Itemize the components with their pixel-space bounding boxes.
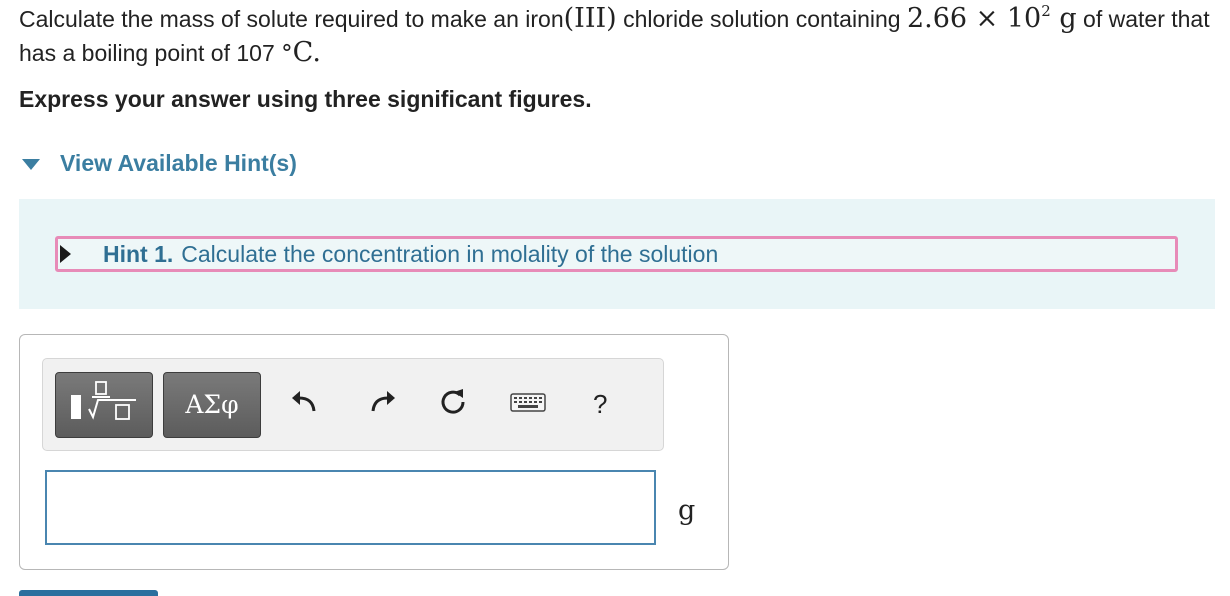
answer-unit: g (678, 495, 696, 526)
greek-symbols-button[interactable]: ΑΣφ (163, 372, 261, 438)
problem-page: Calculate the mass of solute required to… (0, 0, 1230, 596)
math-toolbar: ΑΣφ ? (42, 358, 664, 451)
mass-value: 2.66 (906, 3, 968, 34)
answer-input[interactable] (45, 470, 656, 545)
undo-icon[interactable] (289, 387, 319, 417)
view-hints-toggle[interactable]: View Available Hint(s) (22, 148, 297, 178)
question-text-part: Calculate the mass of solute required to… (19, 6, 564, 32)
help-icon[interactable]: ? (593, 389, 607, 420)
times-symbol: × (967, 3, 1007, 34)
templates-icon (71, 381, 136, 420)
temperature-unit: C (292, 37, 313, 68)
instruction-text: Express your answer using three signific… (19, 86, 592, 112)
reset-icon[interactable] (438, 387, 468, 417)
caret-down-icon (22, 158, 40, 170)
power-exponent: 2 (1041, 2, 1051, 20)
answer-card: ΑΣφ ? g (19, 334, 729, 570)
mass-expression: 2.66 × 102 g (907, 3, 1077, 34)
question-text-part: chloride solution containing (616, 6, 907, 32)
degree-symbol: ° (281, 41, 293, 67)
question-text: Calculate the mass of solute required to… (19, 2, 1219, 71)
hint-title: Hint 1. (103, 240, 174, 267)
hint-text: Calculate the concentration in molality … (181, 240, 719, 267)
greek-symbols-icon: ΑΣφ (185, 390, 239, 419)
mass-unit: g (1050, 3, 1077, 34)
keyboard-icon[interactable] (509, 387, 547, 417)
roman-numeral: (III) (563, 3, 617, 34)
power-base: 10 (1006, 3, 1042, 34)
view-hints-label: View Available Hint(s) (60, 149, 297, 176)
caret-right-icon (60, 245, 71, 263)
submit-button[interactable] (19, 590, 158, 596)
hint-1-item[interactable]: Hint 1. Calculate the concentration in m… (55, 236, 1178, 272)
question-period: . (312, 37, 321, 68)
redo-icon[interactable] (368, 387, 398, 417)
templates-button[interactable] (55, 372, 153, 438)
